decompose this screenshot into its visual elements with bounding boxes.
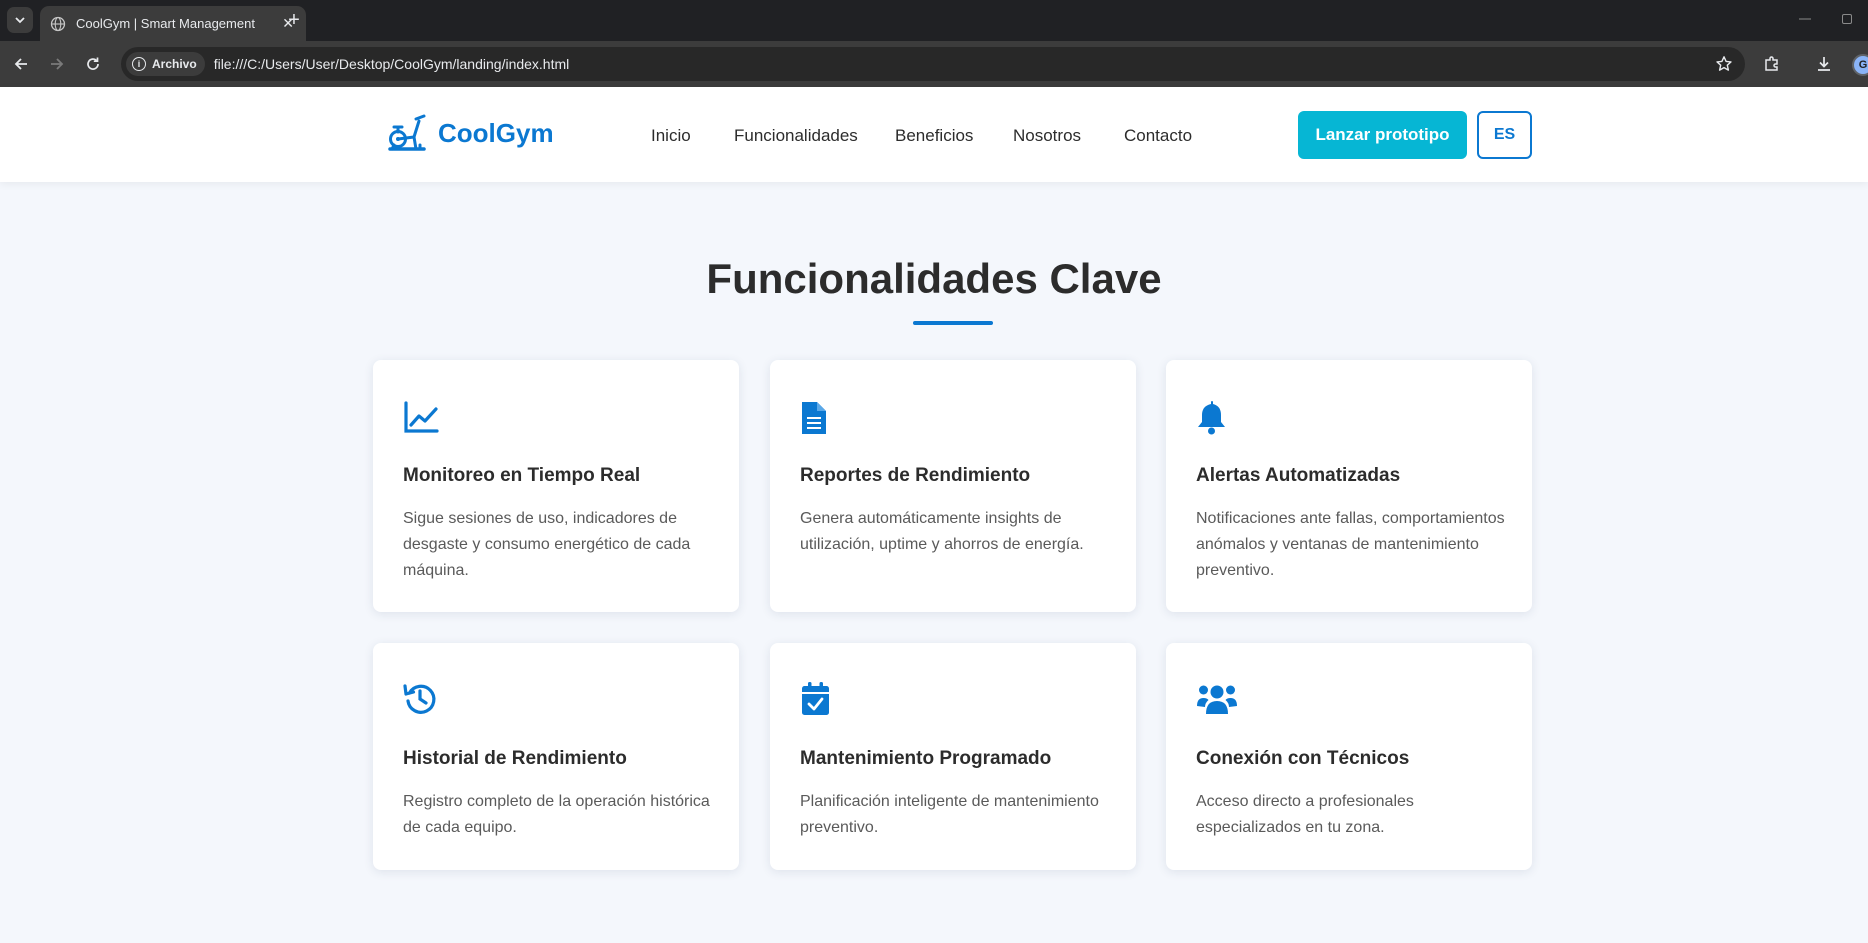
- forward-button[interactable]: [45, 52, 69, 76]
- nav-funcionalidades[interactable]: Funcionalidades: [734, 126, 858, 146]
- launch-prototype-button[interactable]: Lanzar prototipo: [1298, 111, 1467, 159]
- minimize-icon[interactable]: [1798, 12, 1812, 26]
- info-icon: i: [132, 57, 146, 71]
- users-icon: [1197, 685, 1237, 714]
- brand-name: CoolGym: [438, 117, 554, 148]
- profile-avatar[interactable]: G: [1852, 54, 1868, 76]
- site-info-chip[interactable]: i Archivo: [126, 52, 205, 76]
- file-text-icon: [802, 402, 826, 434]
- bell-icon: [1198, 401, 1225, 435]
- feature-title: Reportes de Rendimiento: [800, 465, 1031, 486]
- arrow-right-icon: [51, 58, 64, 70]
- feature-title: Conexión con Técnicos: [1196, 748, 1410, 769]
- feature-description: Notificaciones ante fallas, comportamien…: [1196, 510, 1505, 579]
- feature-description: Planificación inteligente de mantenimien…: [800, 793, 1099, 836]
- feature-card: Historial de Rendimiento Registro comple…: [373, 643, 739, 870]
- nav-nosotros[interactable]: Nosotros: [1013, 126, 1081, 146]
- feature-card: Mantenimiento Programado Planificación i…: [770, 643, 1136, 870]
- feature-title: Alertas Automatizadas: [1196, 465, 1401, 486]
- exercise-bike-icon: [388, 114, 426, 151]
- feature-card: Reportes de Rendimiento Genera automátic…: [770, 360, 1136, 612]
- feature-description: Registro completo de la operación histór…: [403, 793, 710, 836]
- address-bar[interactable]: i Archivo file:///C:/Users/User/Desktop/…: [121, 47, 1745, 81]
- feature-title: Monitoreo en Tiempo Real: [403, 465, 641, 486]
- brand-logo[interactable]: CoolGym: [386, 113, 554, 153]
- site-info-label: Archivo: [152, 57, 197, 71]
- reload-icon: [87, 57, 99, 70]
- extensions-icon[interactable]: [1761, 53, 1783, 75]
- browser-tabstrip: CoolGym | Smart Management ✕ +: [0, 0, 1868, 41]
- feature-description: Acceso directo a profesionales especiali…: [1196, 793, 1414, 836]
- globe-icon: [50, 16, 66, 32]
- back-button[interactable]: [9, 52, 33, 76]
- chart-line-icon: [404, 401, 439, 433]
- site-header: CoolGym Inicio Funcionalidades Beneficio…: [0, 87, 1868, 182]
- nav-contacto[interactable]: Contacto: [1124, 126, 1192, 146]
- arrow-left-icon: [14, 58, 27, 70]
- browser-toolbar: i Archivo file:///C:/Users/User/Desktop/…: [0, 41, 1868, 87]
- feature-description: Genera automáticamente insights de utili…: [800, 510, 1084, 553]
- feature-card: Alertas Automatizadas Notificaciones ant…: [1166, 360, 1532, 612]
- url-text[interactable]: file:///C:/Users/User/Desktop/CoolGym/la…: [214, 56, 570, 72]
- history-icon: [403, 684, 436, 714]
- feature-title: Mantenimiento Programado: [800, 748, 1052, 769]
- section-title: Funcionalidades Clave: [706, 255, 1162, 302]
- chevron-down-icon: [15, 17, 25, 24]
- reload-button[interactable]: [81, 52, 105, 76]
- feature-description: Sigue sesiones de uso, indicadores de de…: [403, 510, 691, 579]
- feature-card: Monitoreo en Tiempo Real Sigue sesiones …: [373, 360, 739, 612]
- title-underline: [913, 321, 993, 325]
- nav-beneficios[interactable]: Beneficios: [895, 126, 973, 146]
- feature-card: Conexión con Técnicos Acceso directo a p…: [1166, 643, 1532, 870]
- tab-title: CoolGym | Smart Management: [76, 16, 255, 31]
- calendar-check-icon: [802, 682, 829, 715]
- tab-search-button[interactable]: [7, 7, 33, 33]
- nav-inicio[interactable]: Inicio: [651, 126, 691, 146]
- language-toggle[interactable]: ES: [1477, 111, 1532, 159]
- browser-tab[interactable]: CoolGym | Smart Management ✕: [40, 6, 306, 41]
- maximize-icon[interactable]: [1842, 14, 1852, 24]
- download-icon[interactable]: [1813, 53, 1835, 75]
- star-icon[interactable]: [1715, 55, 1733, 73]
- feature-title: Historial de Rendimiento: [403, 748, 627, 769]
- new-tab-button[interactable]: +: [282, 9, 306, 33]
